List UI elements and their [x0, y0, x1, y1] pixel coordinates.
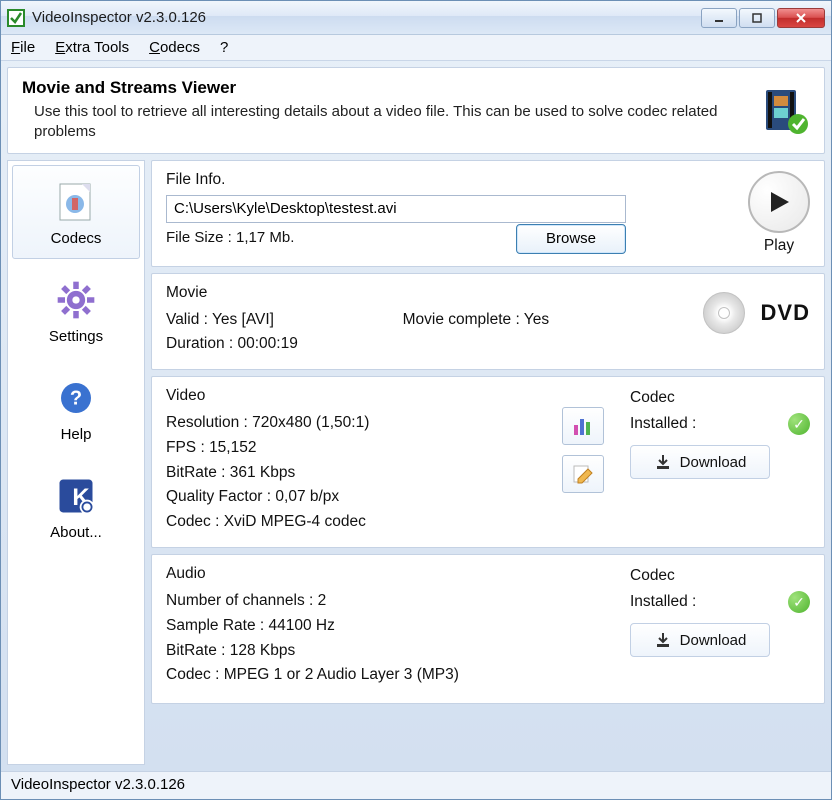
minimize-button[interactable] — [701, 8, 737, 28]
edit-button[interactable] — [562, 455, 604, 493]
gear-icon — [52, 276, 100, 324]
download-icon — [654, 453, 672, 471]
video-download-button[interactable]: Download — [630, 445, 770, 479]
video-tool-buttons — [562, 407, 604, 493]
body: Codecs — [7, 160, 825, 766]
dvd-label: DVD — [761, 300, 810, 326]
audio-download-label: Download — [680, 632, 747, 649]
sidebar: Codecs — [7, 160, 145, 766]
movie-duration: Duration : 00:00:19 — [166, 332, 810, 357]
browse-button[interactable]: Browse — [516, 224, 626, 254]
main-panel: File Info. File Size : 1,17 Mb. Browse P… — [151, 160, 825, 766]
titlebar: VideoInspector v2.3.0.126 — [1, 1, 831, 35]
menu-file[interactable]: File — [11, 39, 35, 56]
file-path-input[interactable] — [166, 195, 626, 223]
video-codec: Codec : XviD MPEG-4 codec — [166, 510, 810, 535]
audio-group: Audio Number of channels : 2 Sample Rate… — [151, 554, 825, 704]
play-icon — [767, 190, 791, 214]
sidebar-item-help[interactable]: ? Help — [12, 361, 140, 455]
video-download-label: Download — [680, 454, 747, 471]
window-buttons — [701, 8, 825, 28]
maximize-button[interactable] — [739, 8, 775, 28]
minimize-icon — [714, 13, 724, 23]
movie-complete: Movie complete : Yes — [403, 311, 549, 328]
video-quality: Quality Factor : 0,07 b/px — [166, 485, 810, 510]
app-window: VideoInspector v2.3.0.126 File Extra Too… — [0, 0, 832, 800]
page-description: Use this tool to retrieve all interestin… — [22, 102, 762, 143]
movie-valid: Valid : Yes [AVI] — [166, 311, 274, 328]
video-codec-box: Codec Installed : ✓ Download — [630, 389, 810, 479]
check-icon: ✓ — [788, 413, 810, 435]
audio-download-button[interactable]: Download — [630, 623, 770, 657]
sidebar-item-about[interactable]: K About... — [12, 459, 140, 553]
sidebar-label-about: About... — [50, 524, 102, 541]
app-icon — [7, 9, 25, 27]
video-group: Video Resolution : 720x480 (1,50:1) FPS … — [151, 376, 825, 548]
svg-text:?: ? — [70, 388, 82, 410]
menu-help[interactable]: ? — [220, 39, 228, 56]
close-button[interactable] — [777, 8, 825, 28]
maximize-icon — [752, 13, 762, 23]
video-codec-installed-label: Installed : — [630, 415, 696, 433]
play-wrapper: Play — [748, 171, 810, 255]
page-title: Movie and Streams Viewer — [22, 78, 762, 98]
movie-group: Movie Valid : Yes [AVI] Movie complete :… — [151, 273, 825, 371]
sidebar-item-codecs[interactable]: Codecs — [12, 165, 140, 259]
check-icon: ✓ — [788, 591, 810, 613]
audio-codec-installed-label: Installed : — [630, 593, 696, 611]
fileinfo-group: File Info. File Size : 1,17 Mb. Browse P… — [151, 160, 825, 267]
sidebar-item-settings[interactable]: Settings — [12, 263, 140, 357]
statusbar: VideoInspector v2.3.0.126 — [1, 771, 831, 799]
sidebar-label-settings: Settings — [49, 328, 103, 345]
codecs-icon — [52, 178, 100, 226]
menu-codecs[interactable]: Codecs — [149, 39, 200, 56]
chart-button[interactable] — [562, 407, 604, 445]
audio-codec-box: Codec Installed : ✓ Download — [630, 567, 810, 657]
film-check-icon — [762, 86, 810, 134]
play-label: Play — [764, 237, 794, 255]
sidebar-label-codecs: Codecs — [51, 230, 102, 247]
close-icon — [795, 12, 807, 24]
menubar: File Extra Tools Codecs ? — [1, 35, 831, 61]
disc-icon — [703, 292, 745, 334]
movie-right: DVD — [703, 292, 810, 334]
audio-codec-title: Codec — [630, 567, 810, 585]
play-button[interactable] — [748, 171, 810, 233]
window-title: VideoInspector v2.3.0.126 — [32, 9, 701, 26]
fileinfo-title: File Info. — [166, 171, 810, 189]
video-codec-title: Codec — [630, 389, 810, 407]
header-panel: Movie and Streams Viewer Use this tool t… — [7, 67, 825, 154]
download-icon — [654, 631, 672, 649]
sidebar-label-help: Help — [61, 426, 92, 443]
pencil-icon — [572, 463, 594, 485]
help-icon: ? — [52, 374, 100, 422]
about-icon: K — [52, 472, 100, 520]
chart-icon — [572, 415, 594, 437]
audio-codec: Codec : MPEG 1 or 2 Audio Layer 3 (MP3) — [166, 663, 810, 688]
menu-extra-tools[interactable]: Extra Tools — [55, 39, 129, 56]
